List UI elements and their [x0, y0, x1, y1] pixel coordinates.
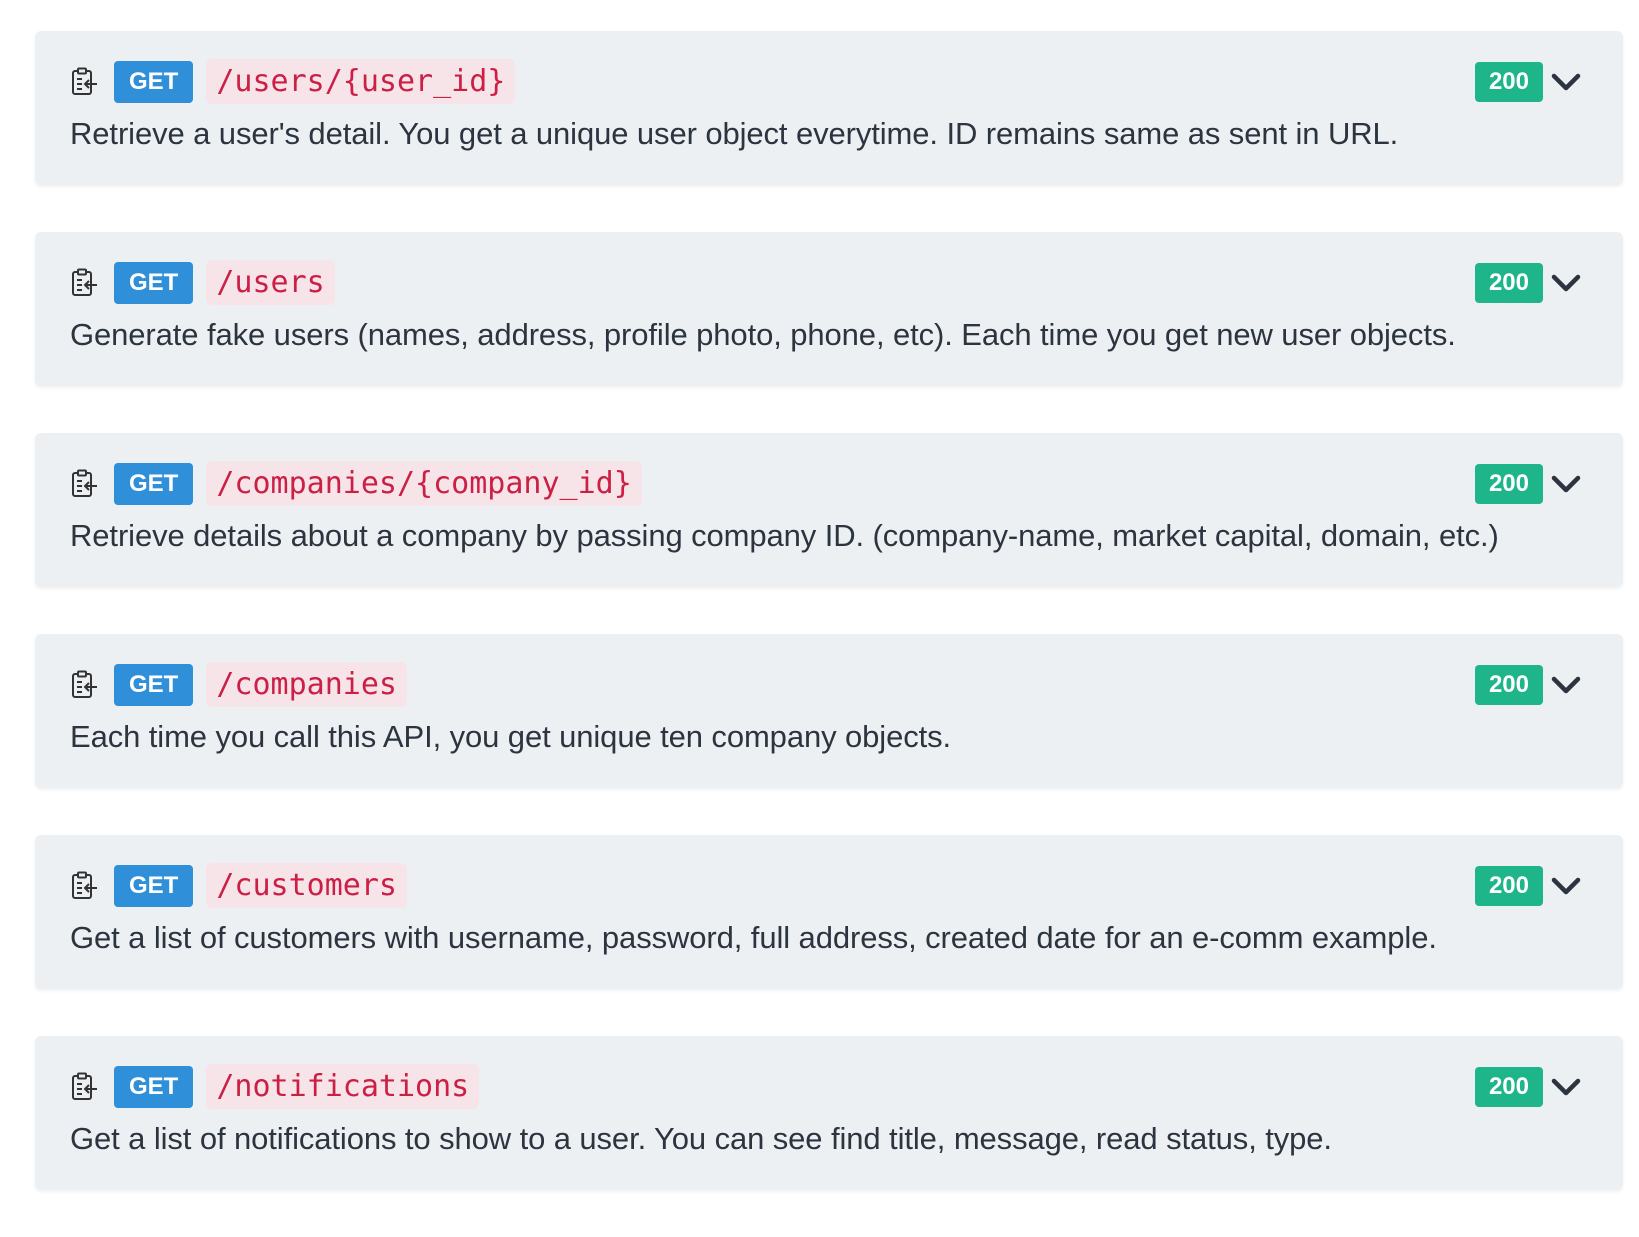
method-badge: GET	[114, 663, 194, 706]
endpoint-description: Retrieve details about a company by pass…	[70, 518, 1499, 553]
copy-to-clipboard-icon[interactable]	[70, 670, 100, 700]
endpoint-path[interactable]: /customers	[206, 863, 407, 908]
endpoint-meta: 200	[1474, 664, 1583, 705]
endpoint-path[interactable]: /users	[206, 260, 335, 305]
endpoint-card[interactable]: GET /customers 200 Get a list of custome…	[35, 835, 1623, 989]
endpoint-card[interactable]: GET /notifications 200 Get a list of not…	[35, 1036, 1623, 1190]
endpoint-list: GET /users/{user_id} 200 Retrieve a user…	[35, 31, 1623, 1237]
method-badge: GET	[114, 60, 194, 103]
endpoint-meta: 200	[1474, 463, 1583, 504]
endpoint-path[interactable]: /companies	[206, 662, 407, 707]
endpoint-meta: 200	[1474, 1066, 1583, 1107]
endpoint-description: Generate fake users (names, address, pro…	[70, 317, 1456, 352]
endpoint-description: Each time you call this API, you get uni…	[70, 719, 952, 754]
chevron-down-icon[interactable]	[1549, 1070, 1583, 1104]
endpoint-card[interactable]: GET /users/{user_id} 200 Retrieve a user…	[35, 31, 1623, 185]
method-badge: GET	[114, 261, 194, 304]
endpoint-card[interactable]: GET /users 200 Generate fake users (name…	[35, 232, 1623, 386]
method-badge: GET	[114, 864, 194, 907]
endpoint-meta: 200	[1474, 262, 1583, 303]
endpoint-path[interactable]: /notifications	[206, 1064, 480, 1109]
endpoint-header: GET /users/{user_id} 200	[70, 59, 1583, 104]
endpoint-header: GET /notifications 200	[70, 1064, 1583, 1109]
copy-to-clipboard-icon[interactable]	[70, 268, 100, 298]
chevron-down-icon[interactable]	[1549, 668, 1583, 702]
endpoint-description: Get a list of notifications to show to a…	[70, 1121, 1332, 1156]
endpoint-path[interactable]: /companies/{company_id}	[206, 461, 642, 506]
copy-to-clipboard-icon[interactable]	[70, 469, 100, 499]
status-badge: 200	[1474, 262, 1543, 303]
copy-to-clipboard-icon[interactable]	[70, 1072, 100, 1102]
chevron-down-icon[interactable]	[1549, 869, 1583, 903]
copy-to-clipboard-icon[interactable]	[70, 67, 100, 97]
chevron-down-icon[interactable]	[1549, 266, 1583, 300]
endpoint-header: GET /customers 200	[70, 863, 1583, 908]
endpoint-header: GET /users 200	[70, 260, 1583, 305]
endpoint-header: GET /companies 200	[70, 662, 1583, 707]
endpoint-meta: 200	[1474, 61, 1583, 102]
status-badge: 200	[1474, 463, 1543, 504]
method-badge: GET	[114, 1065, 194, 1108]
endpoint-card[interactable]: GET /companies/{company_id} 200 Retrieve…	[35, 433, 1623, 587]
endpoint-description: Retrieve a user's detail. You get a uniq…	[70, 116, 1399, 151]
status-badge: 200	[1474, 1066, 1543, 1107]
chevron-down-icon[interactable]	[1549, 65, 1583, 99]
method-badge: GET	[114, 462, 194, 505]
chevron-down-icon[interactable]	[1549, 467, 1583, 501]
endpoint-header: GET /companies/{company_id} 200	[70, 461, 1583, 506]
endpoint-description: Get a list of customers with username, p…	[70, 920, 1437, 955]
status-badge: 200	[1474, 61, 1543, 102]
status-badge: 200	[1474, 865, 1543, 906]
endpoint-card[interactable]: GET /companies 200 Each time you call th…	[35, 634, 1623, 788]
copy-to-clipboard-icon[interactable]	[70, 871, 100, 901]
status-badge: 200	[1474, 664, 1543, 705]
endpoint-path[interactable]: /users/{user_id}	[206, 59, 516, 104]
endpoint-meta: 200	[1474, 865, 1583, 906]
